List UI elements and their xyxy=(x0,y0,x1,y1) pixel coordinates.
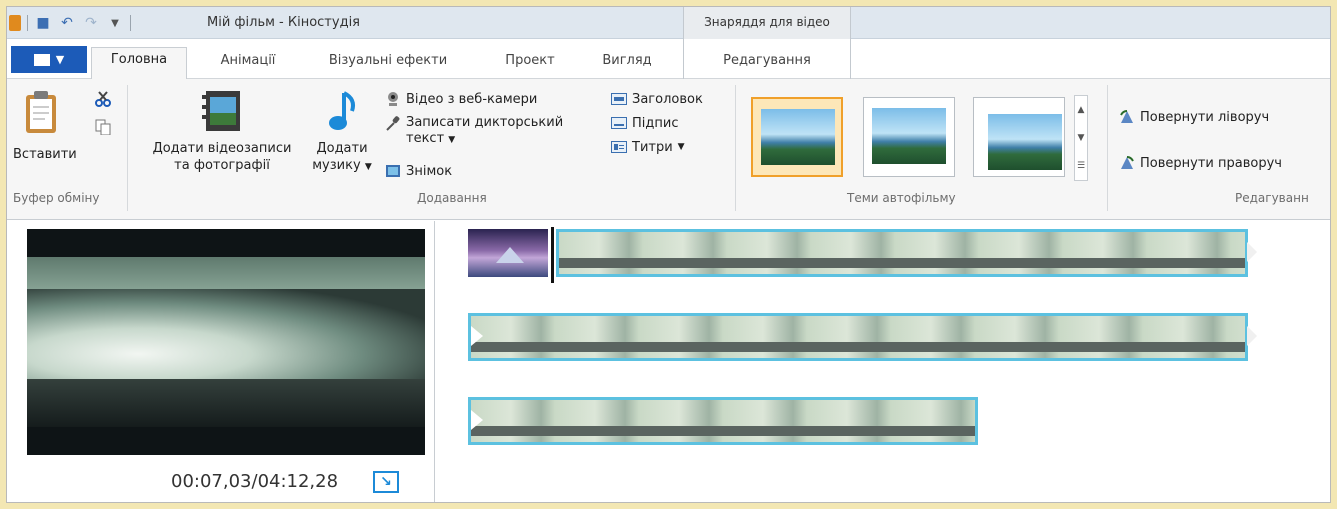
expand-preview-icon[interactable]: ↘ xyxy=(373,471,399,493)
add-videos-label-2: та фотографії xyxy=(174,158,270,173)
theme-page-curl[interactable] xyxy=(863,97,955,177)
app-window: ■ ↶ ↷ ▼ Мій фільм - Кіностудія Знаряддя … xyxy=(6,6,1331,503)
file-menu-button[interactable]: ▼ xyxy=(11,46,87,73)
save-icon[interactable]: ■ xyxy=(34,14,52,32)
film-photo-icon xyxy=(202,91,240,131)
rotate-left-button[interactable]: Повернути ліворуч xyxy=(1119,109,1269,125)
tab-animations[interactable]: Анімації xyxy=(203,49,293,79)
rotate-left-icon xyxy=(1120,110,1133,123)
clip-start-marker xyxy=(471,410,483,430)
theme-thumbnail xyxy=(761,109,835,165)
theme-thumbnail xyxy=(872,108,946,164)
caption-icon xyxy=(611,117,627,129)
document-icon xyxy=(33,53,50,66)
credits-label: Титри xyxy=(632,139,673,155)
narration-label-1: Записати дикторський xyxy=(406,115,564,130)
title-label: Заголовок xyxy=(632,91,703,107)
rotate-right-label: Повернути праворуч xyxy=(1140,155,1282,171)
theme-default[interactable] xyxy=(751,97,843,177)
undo-icon[interactable]: ↶ xyxy=(58,14,76,32)
title-button[interactable]: Заголовок xyxy=(611,91,703,107)
themes-group-label: Теми автофільму xyxy=(847,191,956,205)
video-preview[interactable] xyxy=(27,229,425,455)
snapshot-icon xyxy=(386,165,400,177)
clipboard-group-label: Буфер обміну xyxy=(13,191,100,205)
add-videos-label-1: Додати відеозаписи xyxy=(152,141,292,156)
copy-icon xyxy=(95,119,111,135)
gallery-scroll[interactable]: ▲ ▼ ☰ xyxy=(1074,95,1088,181)
rotate-right-icon xyxy=(1121,156,1134,169)
tab-project[interactable]: Проект xyxy=(495,49,565,79)
theme-thumbnail xyxy=(988,114,1062,170)
clipboard-icon xyxy=(26,91,56,133)
caption-button[interactable]: Підпис xyxy=(611,115,678,131)
tab-view[interactable]: Вигляд xyxy=(592,49,662,79)
dropdown-arrow-icon: ▼ xyxy=(448,135,456,145)
dropdown-arrow-icon: ▼ xyxy=(55,53,65,66)
cut-button[interactable] xyxy=(95,91,111,107)
paste-button[interactable]: Вставити xyxy=(13,89,77,163)
ribbon-tabs: ▼ Головна Анімації Візуальні ефекти Прое… xyxy=(7,39,1330,80)
record-narration-button[interactable]: Записати дикторський текст ▼ xyxy=(385,115,563,148)
video-clip-3[interactable] xyxy=(468,397,978,445)
gallery-more-icon[interactable]: ☰ xyxy=(1075,152,1087,180)
caption-label: Підпис xyxy=(632,115,679,131)
preview-timecode: 00:07,03/04:12,28 xyxy=(171,471,339,492)
add-videos-photos-button[interactable]: Додати відеозаписи та фотографії xyxy=(137,89,307,174)
copy-button[interactable] xyxy=(95,119,111,135)
rotate-right-button[interactable]: Повернути праворуч xyxy=(1119,155,1282,171)
tab-edit[interactable]: Редагування xyxy=(707,49,827,79)
tab-visual-effects[interactable]: Візуальні ефекти xyxy=(313,49,463,79)
snapshot-button[interactable]: Знімок xyxy=(385,163,452,179)
playhead[interactable] xyxy=(551,227,554,283)
video-clip-2[interactable] xyxy=(468,313,1257,361)
paste-label: Вставити xyxy=(13,147,77,162)
dropdown-arrow-icon: ▼ xyxy=(677,142,685,152)
clip-end-marker xyxy=(1247,326,1257,346)
clip-end-marker xyxy=(1247,242,1257,262)
tab-home[interactable]: Головна xyxy=(91,47,187,80)
quick-access-toolbar: ■ ↶ ↷ ▼ xyxy=(9,13,131,33)
editing-group-label: Редагуванн xyxy=(1235,191,1309,205)
rotate-left-label: Повернути ліворуч xyxy=(1140,109,1270,125)
narration-label-2: текст xyxy=(406,131,445,146)
title-bar: ■ ↶ ↷ ▼ Мій фільм - Кіностудія Знаряддя … xyxy=(7,7,1330,39)
add-music-label-1: Додати xyxy=(316,141,368,156)
webcam-label: Відео з веб-камери xyxy=(406,91,538,107)
preview-pane: 00:07,03/04:12,28 ↘ xyxy=(7,221,435,502)
clip-start-marker xyxy=(471,326,483,346)
video-clip-1[interactable] xyxy=(556,229,1257,277)
credits-icon xyxy=(611,141,627,153)
scissors-icon xyxy=(95,91,111,107)
title-icon xyxy=(611,93,627,105)
context-tab-header: Знаряддя для відео xyxy=(683,7,851,39)
webcam-icon xyxy=(388,92,398,106)
window-title: Мій фільм - Кіностудія xyxy=(207,15,360,30)
scroll-down-icon[interactable]: ▼ xyxy=(1075,124,1087,152)
snapshot-label: Знімок xyxy=(406,163,453,179)
customize-qat-icon[interactable]: ▼ xyxy=(106,14,124,32)
photo-clip[interactable] xyxy=(468,229,548,277)
ribbon: Вставити Буфер обміну Додати відеозаписи… xyxy=(7,79,1330,220)
add-music-label-2: музику ▼ xyxy=(312,158,372,173)
theme-stacked[interactable] xyxy=(973,97,1065,177)
scroll-up-icon[interactable]: ▲ xyxy=(1075,96,1087,124)
add-group-label: Додавання xyxy=(417,191,487,205)
webcam-video-button[interactable]: Відео з веб-камери xyxy=(385,91,537,107)
dropdown-arrow-icon: ▼ xyxy=(364,162,372,172)
app-icon xyxy=(9,15,21,31)
add-music-button[interactable]: Додати музику ▼ xyxy=(307,89,377,176)
storyboard xyxy=(436,221,1330,502)
microphone-icon xyxy=(386,116,400,131)
redo-icon[interactable]: ↷ xyxy=(82,14,100,32)
music-note-icon xyxy=(329,91,355,130)
credits-button[interactable]: Титри ▼ xyxy=(611,139,685,155)
